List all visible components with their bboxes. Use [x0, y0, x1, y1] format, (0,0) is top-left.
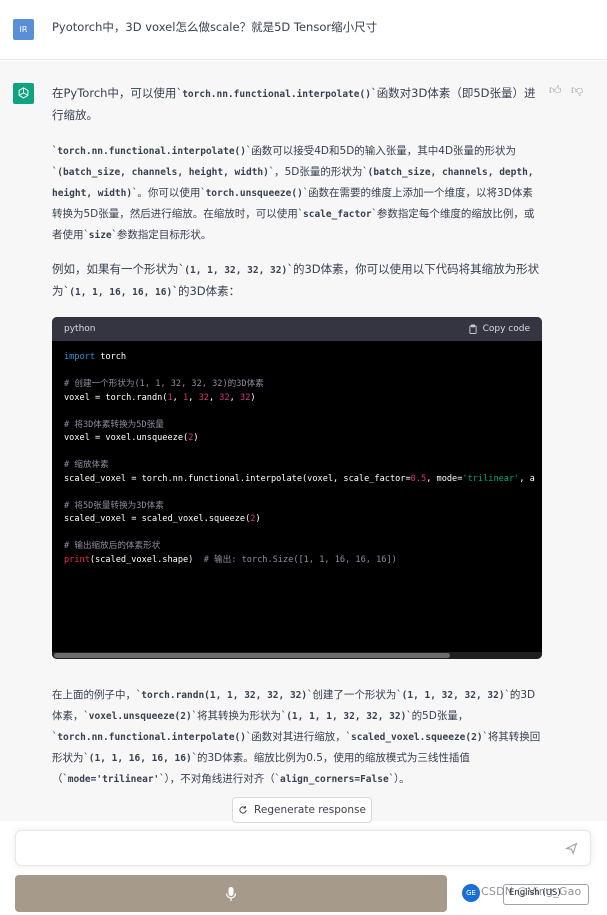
extension-logo-icon: GE — [462, 884, 480, 902]
assistant-paragraph-3: 例如，如果有一个形状为`(1, 1, 32, 32, 32)`的3D体素，你可以… — [52, 262, 540, 298]
code-line: # 将3D体素转换为5D张量 — [64, 419, 164, 430]
user-message-text: Pyotorch中，3D voxel怎么做scale？就是5D Tensor缩小… — [52, 20, 378, 34]
code-header: python Copy code — [52, 317, 542, 341]
assistant-paragraph-5: 在上面的例子中，`torch.randn(1, 1, 32, 32, 32)`创… — [52, 689, 541, 785]
message-input[interactable] — [15, 830, 591, 866]
assistant-message-row: 👍︎ 👎︎ 在PyTorch中，可以使用`torch.nn.functional… — [0, 61, 607, 821]
code-horizontal-scrollbar[interactable] — [52, 652, 542, 659]
code-line: scaled_voxel = scaled_voxel.squeeze(2) — [64, 514, 261, 524]
watermark: CSDN @Ving_Gao — [481, 885, 582, 898]
openai-logo-icon — [13, 83, 34, 104]
code-line: # 缩放体素 — [64, 460, 109, 470]
copy-code-label: Copy code — [482, 324, 530, 334]
copy-code-button[interactable]: Copy code — [468, 324, 530, 334]
code-line: # 将5D张量转换为3D体素 — [64, 500, 164, 511]
microphone-icon — [225, 886, 237, 901]
thumbs-up-icon[interactable]: 👍︎ — [549, 83, 562, 98]
code-line: voxel = torch.randn(1, 1, 32, 32, 32) — [64, 392, 256, 403]
user-message-row: IR Pyotorch中，3D voxel怎么做scale？就是5D Tenso… — [0, 0, 607, 60]
assistant-paragraph-2: `torch.nn.functional.interpolate()`函数可以接… — [52, 145, 535, 241]
code-block: python Copy code import torch # 创建一个形状为(… — [52, 317, 542, 659]
code-line: print(scaled_voxel.shape) # 输出: torch.Si… — [64, 554, 397, 565]
user-avatar: IR — [13, 19, 34, 40]
regenerate-label: Regenerate response — [254, 804, 366, 816]
assistant-paragraph-1: 在PyTorch中，可以使用`torch.nn.functional.inter… — [52, 86, 536, 122]
send-icon[interactable] — [565, 842, 578, 855]
refresh-icon — [239, 805, 247, 814]
code-line: voxel = voxel.unsqueeze(2) — [64, 433, 199, 443]
clipboard-icon — [469, 324, 477, 334]
scrollbar-thumb[interactable] — [54, 653, 450, 658]
code-line: import torch — [64, 352, 127, 362]
code-line: # 创建一个形状为(1, 1, 32, 32, 32)的3D体素 — [64, 379, 264, 389]
language-area: GE — [462, 884, 480, 902]
voice-input-button[interactable] — [15, 875, 447, 912]
code-language-label: python — [64, 324, 96, 334]
code-line: scaled_voxel = torch.nn.functional.inter… — [64, 473, 535, 484]
code-line: # 输出缩放后的体素形状 — [64, 541, 161, 551]
regenerate-response-button[interactable]: Regenerate response — [232, 797, 372, 823]
thumbs-down-icon[interactable]: 👎︎ — [571, 83, 583, 98]
code-content: import torch # 创建一个形状为(1, 1, 32, 32, 32)… — [52, 341, 542, 644]
